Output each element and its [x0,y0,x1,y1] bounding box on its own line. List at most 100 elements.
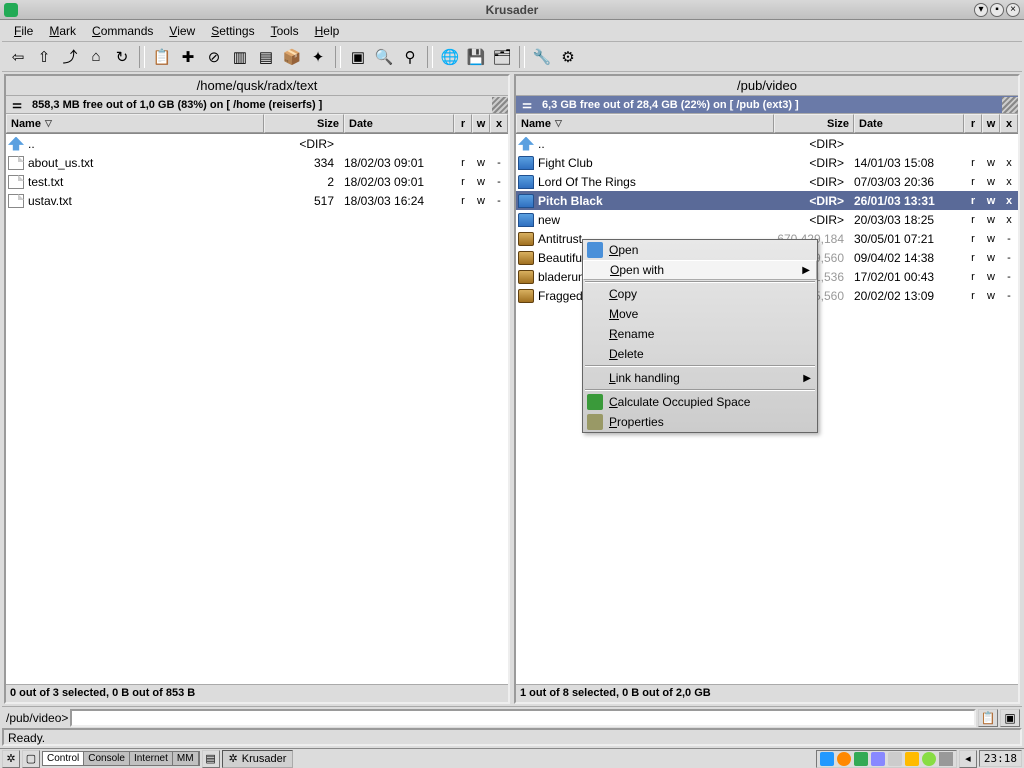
new-button[interactable]: ✚ [176,45,200,69]
file-perm-w: w [472,176,490,188]
wand-button[interactable]: ✦ [306,45,330,69]
pager-control[interactable]: Control [43,752,84,765]
context-open[interactable]: Open [583,240,817,260]
menu-help[interactable]: Help [307,22,348,40]
context-menu: OpenOpen with▶ CopyMoveRenameDelete Link h… [582,239,818,433]
back-icon: ⇦ [12,48,25,66]
compress-button[interactable]: 📦 [280,45,304,69]
tray-icon[interactable] [820,752,834,766]
split-h-button[interactable]: ▥ [228,45,252,69]
context-delete[interactable]: Delete [583,344,817,364]
file-row[interactable]: Lord Of The Rings<DIR>07/03/03 20:36rwx [516,172,1018,191]
left-header-size[interactable]: Size [264,114,344,133]
up-alt-button[interactable]: ⤴ [58,45,82,69]
zoom-button[interactable]: 🔍 [372,45,396,69]
tray-icon[interactable] [905,752,919,766]
tray-icon[interactable] [922,752,936,766]
menu-file[interactable]: File [6,22,41,40]
right-header-date[interactable]: Date [854,114,964,133]
command-history-button[interactable]: 📋 [978,709,998,727]
filter-icon[interactable]: ⚌ [8,97,26,113]
tools-button[interactable]: 🔧 [530,45,554,69]
pager-mm[interactable]: MM [173,752,199,765]
tray-icon[interactable] [837,752,851,766]
file-row[interactable]: ..<DIR> [516,134,1018,153]
disk-button[interactable]: 💾 [464,45,488,69]
left-path[interactable]: /home/qusk/radx/text [6,76,508,96]
kmenu-button[interactable]: ✲ [2,750,20,768]
menu-settings[interactable]: Settings [203,22,262,40]
taskbar: ✲ ▢ ControlConsoleInternetMM ▤ ✲ Krusade… [0,748,1024,768]
speaker-icon[interactable] [939,752,953,766]
context-calculate-occupied-space[interactable]: Calculate Occupied Space [583,392,817,412]
context-rename[interactable]: Rename [583,324,817,344]
close-button[interactable]: × [1006,3,1020,17]
context-move[interactable]: Move [583,304,817,324]
left-header-x[interactable]: x [490,114,508,133]
command-input[interactable] [70,709,976,727]
up-button[interactable]: ⇧ [32,45,56,69]
file-row[interactable]: Pitch Black<DIR>26/01/03 13:31rwx [516,191,1018,210]
context-link-handling[interactable]: Link handling▶ [583,368,817,388]
file-date: 18/02/03 09:01 [344,175,454,189]
menu-tools[interactable]: Tools [263,22,307,40]
filter-icon[interactable]: ⚌ [518,97,536,113]
context-properties[interactable]: Properties [583,412,817,432]
left-header-date[interactable]: Date [344,114,454,133]
prefs-button[interactable]: ⚙ [556,45,580,69]
maximize-button[interactable]: ▪ [990,3,1004,17]
paste-button[interactable]: 📋 [150,45,174,69]
home-button[interactable]: ⌂ [84,45,108,69]
task-label: Krusader [242,753,287,765]
right-header-r[interactable]: r [964,114,982,133]
clock[interactable]: 23:18 [979,750,1022,767]
find-button[interactable]: ⚲ [398,45,422,69]
left-header-r[interactable]: r [454,114,472,133]
right-header-w[interactable]: w [982,114,1000,133]
split-h-icon: ▥ [233,48,247,66]
left-header-name[interactable]: Name▽ [6,114,264,133]
file-row[interactable]: new<DIR>20/03/03 18:25rwx [516,210,1018,229]
refresh-button[interactable]: ↻ [110,45,134,69]
left-header-w[interactable]: w [472,114,490,133]
select-button[interactable]: ▣ [346,45,370,69]
tray-expand-button[interactable]: ◂ [959,750,977,768]
tray-icon[interactable] [854,752,868,766]
pager-internet[interactable]: Internet [130,752,173,765]
window-title: Krusader [486,3,539,17]
right-header-name[interactable]: Name▽ [516,114,774,133]
file-row[interactable]: Fight Club<DIR>14/01/03 15:08rwx [516,153,1018,172]
globe-button[interactable]: 🌐 [438,45,462,69]
file-row[interactable]: about_us.txt33418/02/03 09:01rw- [6,153,508,172]
resize-grip[interactable] [492,97,508,113]
show-desktop-button[interactable]: ▢ [22,750,40,768]
toolbar-separator [139,46,145,68]
context-copy[interactable]: Copy [583,284,817,304]
minimize-button[interactable]: ▾ [974,3,988,17]
split-v-button[interactable]: ▤ [254,45,278,69]
window-list-button[interactable]: ▤ [202,750,220,768]
folder-tree-button[interactable]: 🗂 [490,45,514,69]
tray-icon[interactable] [871,752,885,766]
menu-commands[interactable]: Commands [84,22,161,40]
file-name: test.txt [28,175,264,189]
taskbar-task-krusader[interactable]: ✲ Krusader [222,750,294,768]
file-perm-w: w [982,176,1000,188]
right-header-size[interactable]: Size [774,114,854,133]
delete-button[interactable]: ⊘ [202,45,226,69]
menu-mark[interactable]: Mark [41,22,84,40]
right-disk-info: ⚌6,3 GB free out of 28,4 GB (22%) on [ /… [516,96,1018,114]
back-button[interactable]: ⇦ [6,45,30,69]
file-row[interactable]: ustav.txt51718/03/03 16:24rw- [6,191,508,210]
pager-console[interactable]: Console [84,752,130,765]
tray-icon[interactable] [888,752,902,766]
resize-grip[interactable] [1002,97,1018,113]
menu-view[interactable]: View [161,22,203,40]
left-file-list[interactable]: ..<DIR>about_us.txt33418/02/03 09:01rw-t… [6,134,508,684]
command-run-button[interactable]: ▣ [1000,709,1020,727]
file-row[interactable]: test.txt218/02/03 09:01rw- [6,172,508,191]
file-row[interactable]: ..<DIR> [6,134,508,153]
context-open-with[interactable]: Open with▶ [583,260,817,280]
right-header-x[interactable]: x [1000,114,1018,133]
right-path[interactable]: /pub/video [516,76,1018,96]
